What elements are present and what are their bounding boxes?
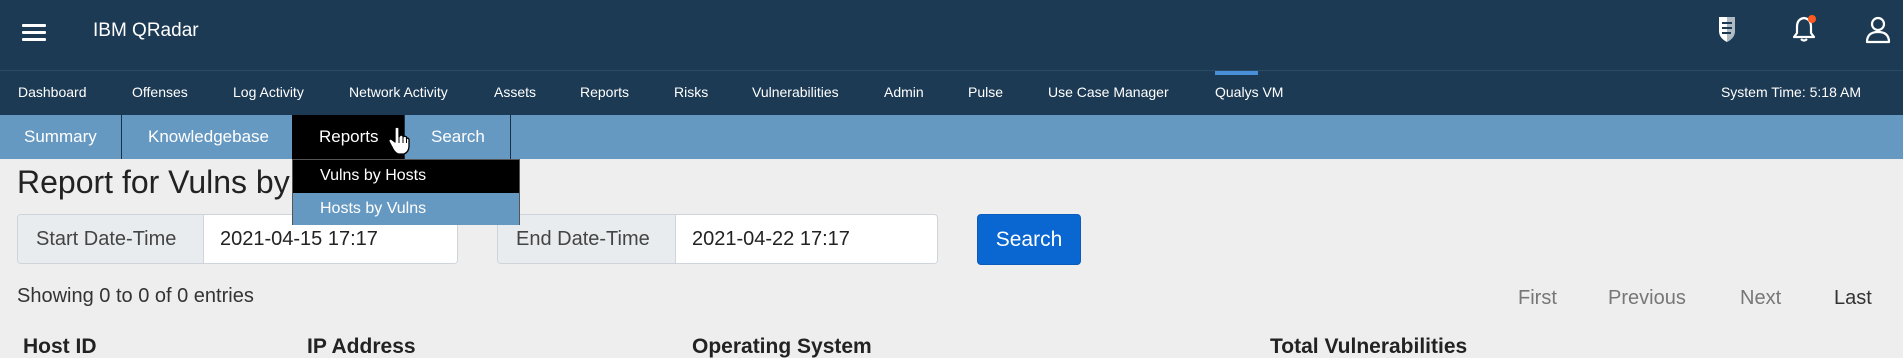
nav-risks[interactable]: Risks: [674, 84, 708, 100]
pagination-previous[interactable]: Previous: [1608, 287, 1686, 310]
reports-dropdown-menu: Vulns by Hosts Hosts by Vulns: [292, 159, 520, 225]
app-title: IBM QRadar: [93, 20, 199, 41]
nav-use-case-manager[interactable]: Use Case Manager: [1048, 84, 1169, 100]
column-header-ip-address[interactable]: IP Address: [307, 335, 416, 358]
nav-dashboard[interactable]: Dashboard: [18, 84, 87, 100]
dropdown-item-hosts-by-vulns[interactable]: Hosts by Vulns: [293, 193, 519, 225]
end-datetime-group: End Date-Time: [497, 214, 938, 264]
nav-offenses[interactable]: Offenses: [132, 84, 188, 100]
nav-vulnerabilities[interactable]: Vulnerabilities: [752, 84, 839, 100]
pagination-first[interactable]: First: [1518, 287, 1557, 310]
system-time: System Time: 5:18 AM: [1720, 84, 1861, 100]
subtab-summary[interactable]: Summary: [24, 115, 97, 159]
hand-cursor-icon: [388, 126, 410, 155]
nav-qualys-vm[interactable]: Qualys VM: [1215, 84, 1283, 100]
nav-network-activity[interactable]: Network Activity: [349, 84, 448, 100]
active-tab-indicator: [1215, 71, 1258, 75]
sub-nav: Summary Knowledgebase Reports Search: [0, 115, 1903, 159]
nav-reports[interactable]: Reports: [580, 84, 629, 100]
page-title: Report for Vulns by: [17, 164, 290, 200]
subtab-knowledgebase[interactable]: Knowledgebase: [148, 115, 269, 159]
nav-admin[interactable]: Admin: [884, 84, 924, 100]
end-datetime-input[interactable]: [676, 215, 937, 263]
end-datetime-label: End Date-Time: [498, 215, 676, 263]
pagination-last[interactable]: Last: [1834, 287, 1872, 310]
start-datetime-label: Start Date-Time: [18, 215, 204, 263]
search-button[interactable]: Search: [977, 214, 1081, 265]
hamburger-menu-icon[interactable]: [22, 22, 46, 42]
column-header-operating-system[interactable]: Operating System: [692, 335, 872, 358]
subnav-divider: [121, 115, 122, 159]
column-header-host-id[interactable]: Host ID: [23, 335, 97, 358]
user-icon[interactable]: [1862, 13, 1894, 45]
nav-pulse[interactable]: Pulse: [968, 84, 1003, 100]
dropdown-item-vulns-by-hosts[interactable]: Vulns by Hosts: [293, 160, 519, 192]
nav-assets[interactable]: Assets: [494, 84, 536, 100]
bell-icon[interactable]: [1788, 13, 1820, 45]
main-nav: Dashboard Offenses Log Activity Network …: [0, 70, 1903, 115]
pagination-next[interactable]: Next: [1740, 287, 1781, 310]
shield-icon[interactable]: [1711, 13, 1743, 45]
column-header-total-vulnerabilities[interactable]: Total Vulnerabilities: [1270, 335, 1467, 358]
subnav-divider: [510, 115, 511, 159]
nav-log-activity[interactable]: Log Activity: [233, 84, 304, 100]
entries-info: Showing 0 to 0 of 0 entries: [17, 285, 254, 307]
top-header: IBM QRadar: [0, 0, 1903, 70]
subtab-search[interactable]: Search: [431, 115, 485, 159]
